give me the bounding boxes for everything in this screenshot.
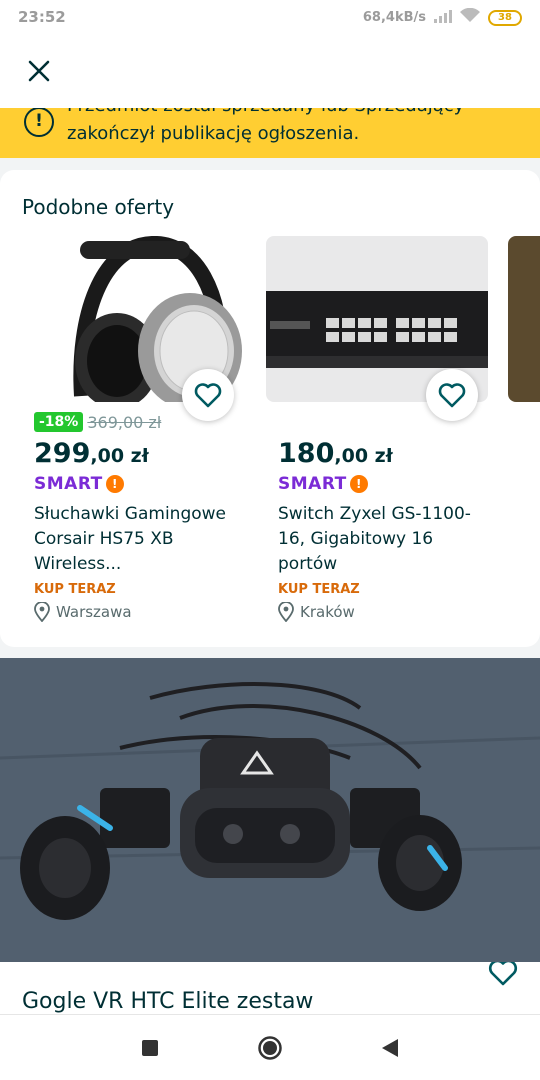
heart-icon <box>194 383 222 408</box>
info-icon: ! <box>24 108 54 137</box>
section-title: Podobne oferty <box>22 195 175 219</box>
location-text: Warszawa <box>56 603 132 621</box>
offer-title: Słuchawki Gamingowe Corsair HS75 XB Wire… <box>34 504 227 574</box>
favorite-button[interactable] <box>426 369 478 421</box>
system-nav-bar <box>0 1014 540 1080</box>
price-cents: ,00 zł <box>90 445 149 467</box>
price: 299,00 zł <box>34 438 149 469</box>
circle-icon <box>258 1035 282 1060</box>
smart-badge: SMART ! <box>34 474 124 494</box>
location-pin-icon <box>34 602 50 622</box>
heart-icon <box>489 962 517 986</box>
recents-button[interactable] <box>135 1033 165 1063</box>
price-main: 299 <box>34 438 91 469</box>
sold-alert-banner: ! Przedmiot został sprzedany lub Sprzeda… <box>0 108 540 158</box>
smart-label: SMART <box>34 474 103 494</box>
listing-header: Gogle VR HTC Elite zestaw <box>0 962 540 1014</box>
alert-message: Przedmiot został sprzedany lub Sprzedają… <box>67 108 507 148</box>
vr-headset-photo[interactable] <box>0 658 540 962</box>
smart-exclamation-icon: ! <box>349 475 368 493</box>
listing-favorite-button[interactable] <box>488 962 518 990</box>
favorite-button[interactable] <box>182 369 234 421</box>
alert-line-2: zakończył publikację ogłoszenia. <box>67 123 360 144</box>
top-bar <box>0 34 540 110</box>
network-speed: 68,4kB/s <box>362 10 426 25</box>
smart-exclamation-icon: ! <box>105 475 124 493</box>
location-text: Kraków <box>300 603 355 621</box>
location: Kraków <box>278 602 355 622</box>
buy-now-label: KUP TERAZ <box>278 582 360 597</box>
smart-label: SMART <box>278 474 347 494</box>
status-bar: 23:52 68,4kB/s 38 <box>0 0 540 34</box>
offer-title: Switch Zyxel GS-1100-16, Gigabitowy 16 p… <box>278 504 471 574</box>
location: Warszawa <box>34 602 132 622</box>
close-icon <box>28 60 50 82</box>
price-cents: ,00 zł <box>334 445 393 467</box>
alert-line-1: Przedmiot został sprzedany lub Sprzedają… <box>67 108 507 120</box>
signal-icon <box>434 9 452 27</box>
price-main: 180 <box>278 438 335 469</box>
offer-card[interactable]: -18% 369,00 zł 299,00 zł SMART ! Słuchaw… <box>22 236 244 636</box>
heart-icon <box>438 383 466 408</box>
price-discount-row: -18% 369,00 zł <box>34 412 161 432</box>
close-button[interactable] <box>22 54 56 88</box>
status-time: 23:52 <box>18 8 66 26</box>
listing-title: Gogle VR HTC Elite zestaw <box>22 989 314 1014</box>
similar-offers-section: Podobne oferty -18% 369,00 zł 299,00 zł <box>0 170 540 647</box>
location-pin-icon <box>278 602 294 622</box>
wifi-icon <box>460 7 480 27</box>
price: 180,00 zł <box>278 438 393 469</box>
next-offer-peek[interactable] <box>508 236 540 402</box>
smart-badge: SMART ! <box>278 474 368 494</box>
home-button[interactable] <box>255 1033 285 1063</box>
discount-badge: -18% <box>34 412 84 432</box>
offer-card[interactable]: 180,00 zł SMART ! Switch Zyxel GS-1100-1… <box>266 236 488 636</box>
buy-now-label: KUP TERAZ <box>34 582 116 597</box>
battery-indicator: 38 <box>488 9 522 26</box>
back-button[interactable] <box>375 1033 405 1063</box>
status-indicators: 68,4kB/s 38 <box>362 7 522 27</box>
triangle-back-icon <box>382 1038 398 1057</box>
square-icon <box>142 1039 158 1056</box>
old-price: 369,00 zł <box>87 412 162 432</box>
